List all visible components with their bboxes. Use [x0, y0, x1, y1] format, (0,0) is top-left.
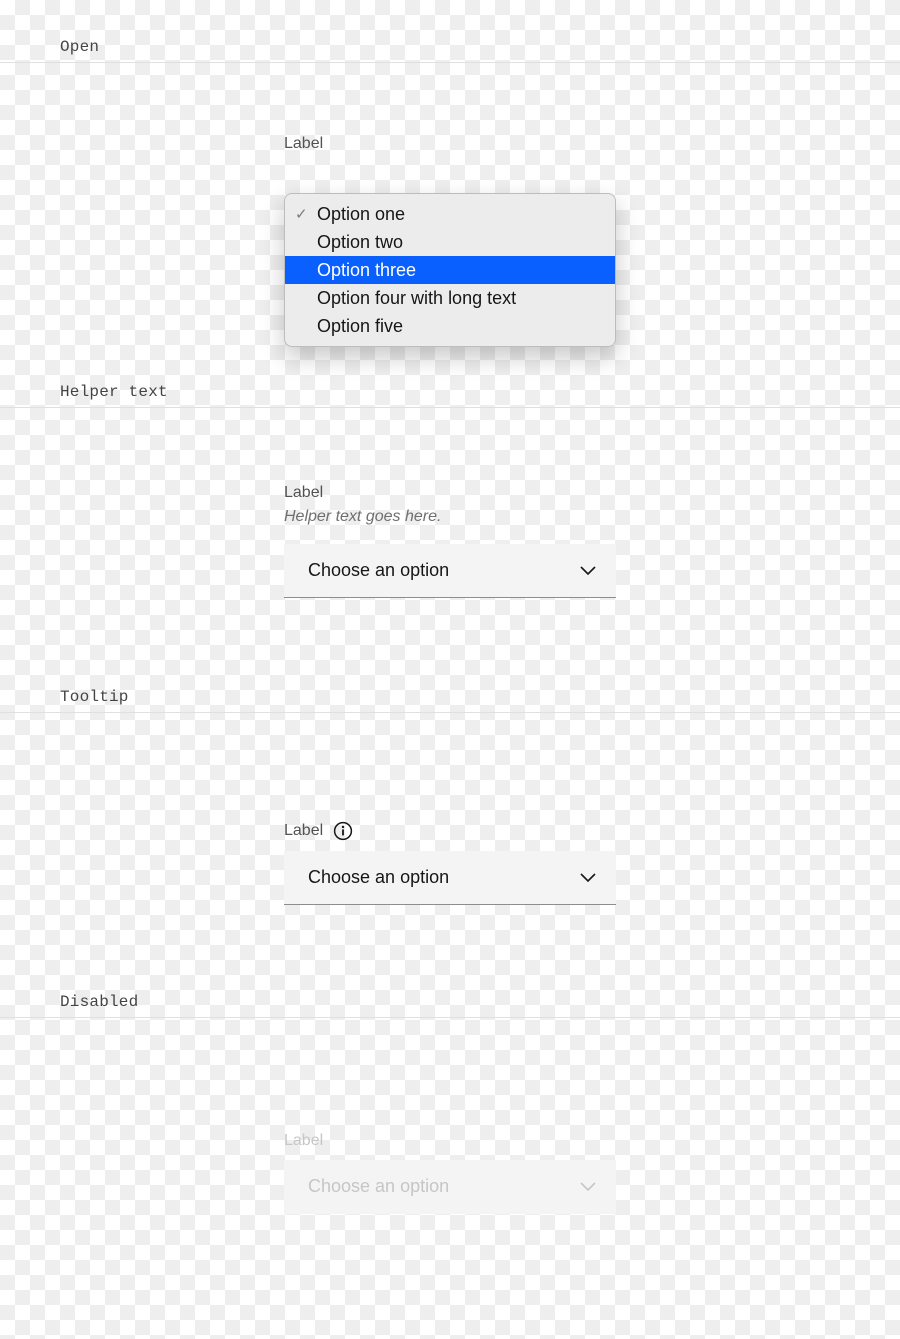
select-input[interactable]: Choose an option — [284, 851, 616, 905]
section-heading-disabled: Disabled — [0, 993, 900, 1018]
select-placeholder: Choose an option — [308, 560, 449, 581]
section-heading-tooltip: Tooltip — [0, 688, 900, 713]
section-heading-helper: Helper text — [0, 383, 900, 408]
select-placeholder: Choose an option — [308, 1176, 449, 1197]
select-option[interactable]: ✓ Option one — [285, 200, 615, 228]
select-option-label: Option five — [317, 316, 403, 337]
select-option-label: Option four with long text — [317, 288, 516, 309]
information-icon[interactable] — [333, 821, 353, 841]
select-option[interactable]: Option five — [285, 312, 615, 340]
helper-text: Helper text goes here. — [284, 508, 900, 526]
field-label-text: Label — [284, 822, 323, 840]
chevron-down-icon — [580, 1182, 596, 1192]
select-option[interactable]: Option two — [285, 228, 615, 256]
select-option-label: Option one — [317, 204, 405, 225]
field-label: Label — [284, 821, 900, 841]
select-placeholder: Choose an option — [308, 867, 449, 888]
field-label: Label — [284, 135, 900, 153]
select-option[interactable]: Option three — [285, 256, 615, 284]
field-label: Label — [284, 484, 900, 502]
checkmark-icon: ✓ — [295, 205, 308, 223]
section-heading-open: Open — [0, 0, 900, 63]
select-option[interactable]: Option four with long text — [285, 284, 615, 312]
select-option-label: Option three — [317, 260, 416, 281]
select-option-label: Option two — [317, 232, 403, 253]
select-input-disabled: Choose an option — [284, 1160, 616, 1214]
select-input[interactable]: Choose an option — [284, 544, 616, 598]
chevron-down-icon — [580, 566, 596, 576]
chevron-down-icon — [580, 873, 596, 883]
field-label: Label — [284, 1132, 900, 1150]
select-popup[interactable]: ✓ Option one Option two Option three Opt… — [284, 193, 616, 347]
